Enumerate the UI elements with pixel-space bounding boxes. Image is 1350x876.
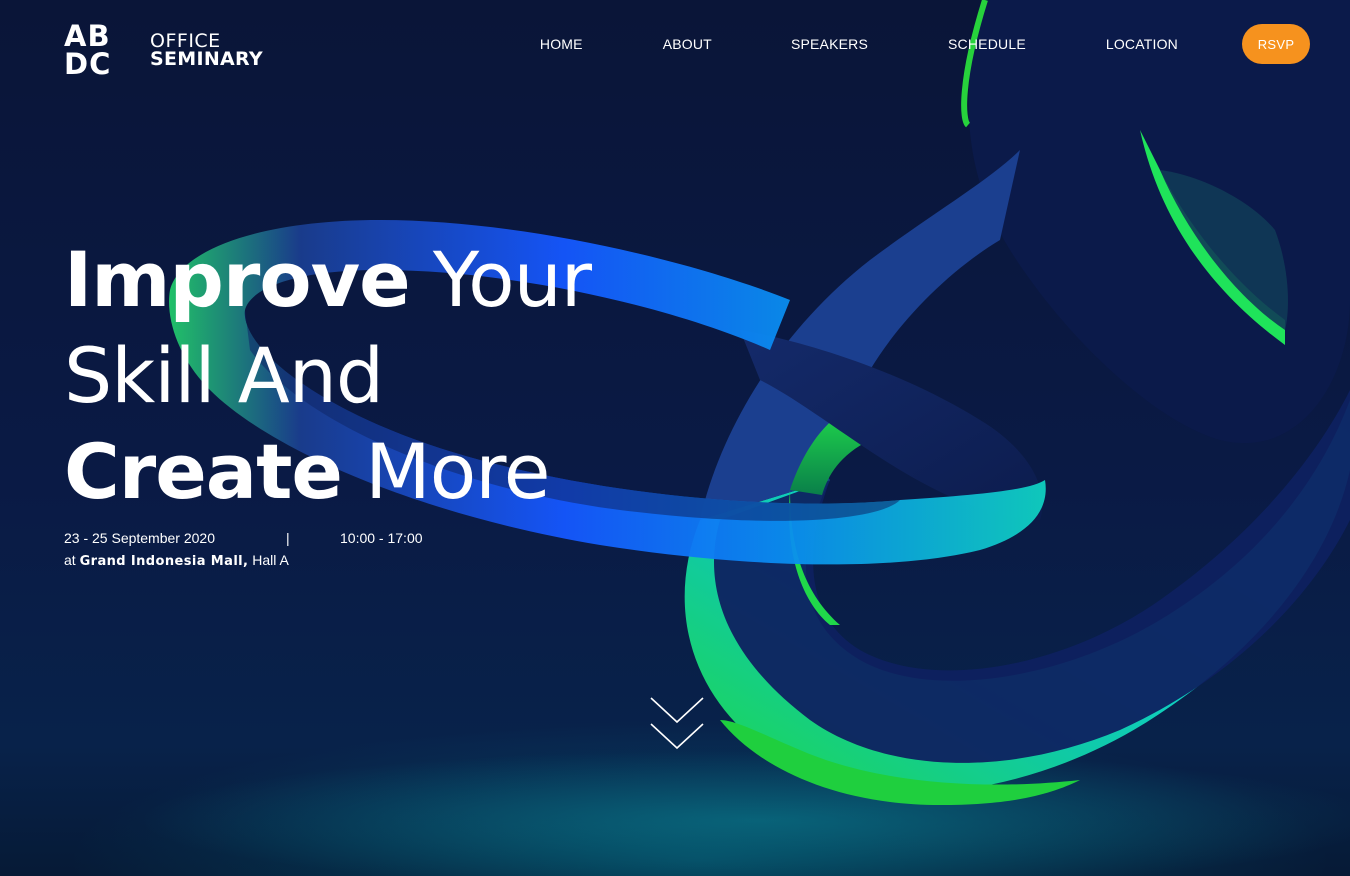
hero-line-1: Improve Your (64, 232, 592, 328)
logo-line-seminary: SEMINARY (150, 48, 263, 70)
landing-page: AB DC OFFICE SEMINARY HOME ABOUT SPEAKER… (0, 0, 1350, 876)
event-at-label: at (64, 552, 76, 568)
hero-line-3-bold: Create (64, 427, 343, 516)
event-hall: Hall A (252, 552, 289, 568)
nav-location-link[interactable]: LOCATION (1106, 36, 1178, 52)
brand-logo[interactable]: AB DC OFFICE SEMINARY (64, 19, 263, 81)
event-details: 23 - 25 September 2020 | 10:00 - 17:00 a… (64, 528, 423, 572)
event-date-time: 23 - 25 September 2020 | 10:00 - 17:00 (64, 528, 423, 548)
hero-headline: Improve Your Skill And Create More (64, 232, 592, 520)
event-venue: Grand Indonesia Mall, (79, 554, 249, 569)
logo-wordmark: OFFICE SEMINARY (150, 32, 263, 70)
event-time: 10:00 - 17:00 (340, 530, 423, 546)
logo-mark-row1: AB (64, 19, 111, 53)
event-location: at Grand Indonesia Mall, Hall A (64, 552, 423, 572)
hero-line-3: Create More (64, 424, 591, 520)
double-chevron-down-icon[interactable] (650, 696, 704, 752)
hero-line-3-light: More (341, 427, 550, 516)
hero-line-1-bold: Improve (64, 235, 411, 324)
hero-line-2-light: Skill And (64, 331, 384, 420)
logo-mark: AB DC (64, 19, 128, 81)
main-nav: HOME ABOUT SPEAKERS SCHEDULE LOCATION RS… (540, 24, 1310, 64)
hero-line-2: Skill And (64, 328, 591, 424)
logo-mark-row2: DC (64, 47, 112, 81)
event-separator: | (286, 530, 290, 546)
event-date: 23 - 25 September 2020 (64, 530, 215, 546)
nav-schedule-link[interactable]: SCHEDULE (948, 36, 1026, 52)
nav-speakers-link[interactable]: SPEAKERS (791, 36, 868, 52)
nav-about-link[interactable]: ABOUT (663, 36, 712, 52)
hero-line-1-light: Your (409, 235, 592, 324)
nav-home-link[interactable]: HOME (540, 36, 583, 52)
rsvp-button[interactable]: RSVP (1242, 24, 1310, 64)
